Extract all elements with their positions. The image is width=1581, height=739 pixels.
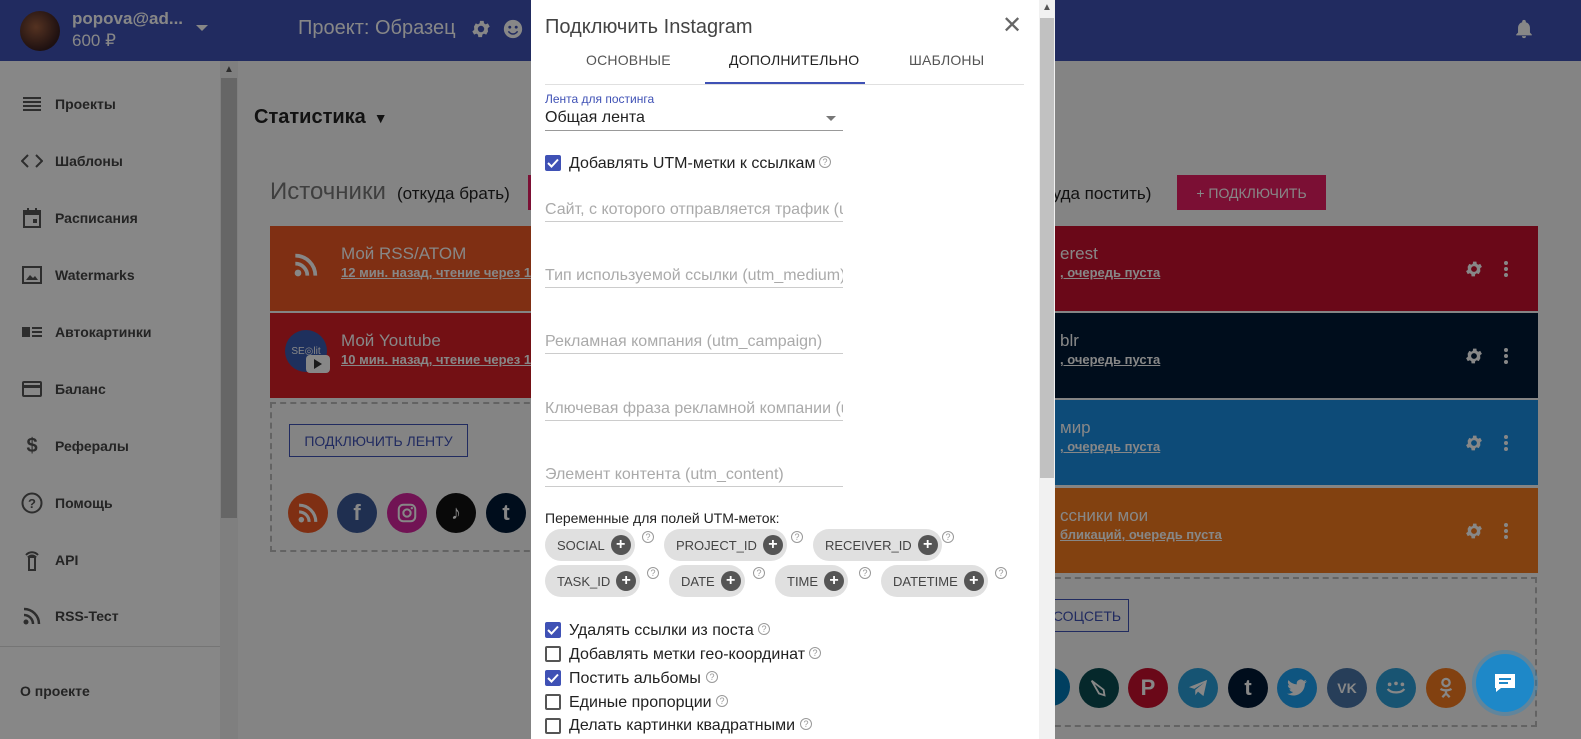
chip-label: DATE (681, 573, 715, 589)
square-images-checkbox[interactable] (545, 718, 561, 734)
chip-label: RECEIVER_ID (825, 537, 912, 553)
chip-label: DATETIME (893, 573, 958, 589)
utm-campaign-underline (545, 353, 843, 354)
dialog-title: Подключить Instagram (545, 16, 753, 38)
help-icon[interactable]: ? (995, 567, 1007, 579)
add-circle-icon[interactable]: + (616, 571, 637, 591)
variable-chip-project-id[interactable]: PROJECT_ID + (664, 529, 787, 561)
variable-chip-datetime[interactable]: DATETIME + (881, 565, 988, 597)
help-icon[interactable]: ? (809, 647, 821, 659)
add-circle-icon[interactable]: + (762, 535, 783, 555)
chip-label: SOCIAL (557, 537, 605, 553)
variable-chip-task-id[interactable]: TASK_ID + (545, 565, 641, 597)
utm-content-underline (545, 486, 843, 487)
chip-label: PROJECT_ID (676, 537, 757, 553)
add-circle-icon[interactable]: + (963, 571, 984, 591)
help-icon[interactable]: ? (791, 531, 803, 543)
variable-chip-date[interactable]: DATE + (669, 565, 745, 597)
geo-tags-checkbox[interactable] (545, 646, 561, 662)
dialog-scroll-thumb[interactable] (1040, 18, 1054, 478)
remove-links-checkbox[interactable] (545, 622, 561, 638)
scroll-up-arrow-icon[interactable]: ▲ (1042, 2, 1052, 13)
remove-links-label[interactable]: Удалять ссылки из поста (569, 622, 754, 640)
utm-term-input[interactable]: Ключевая фраза рекламной компании (utm_t… (545, 400, 843, 418)
utm-term-underline (545, 420, 843, 421)
help-icon[interactable]: ? (642, 531, 654, 543)
help-icon[interactable]: ? (800, 718, 812, 730)
chat-button[interactable] (1476, 654, 1534, 712)
utm-source-underline (545, 221, 843, 222)
variable-chip-social[interactable]: SOCIAL + (545, 529, 635, 561)
variable-chip-receiver-id[interactable]: RECEIVER_ID + (813, 529, 942, 561)
dropdown-arrow-icon[interactable] (826, 116, 836, 121)
utm-source-input[interactable]: Сайт, с которого отправляется трафик (ut… (545, 201, 843, 219)
tab-basic[interactable]: ОСНОВНЫЕ (586, 52, 671, 68)
utm-medium-underline (545, 287, 843, 288)
help-icon[interactable]: ? (647, 567, 659, 579)
variable-chip-time[interactable]: TIME + (775, 565, 849, 597)
chip-label: TASK_ID (557, 573, 611, 589)
help-icon[interactable]: ? (706, 671, 718, 683)
utm-campaign-input[interactable]: Рекламная компания (utm_campaign) (545, 333, 843, 351)
utm-medium-input[interactable]: Тип используемой ссылки (utm_medium) (545, 267, 843, 285)
utm-content-input[interactable]: Элемент контента (utm_content) (545, 466, 843, 484)
help-icon[interactable]: ? (758, 623, 770, 635)
add-circle-icon[interactable]: + (610, 535, 631, 555)
feed-select-label: Лента для постинга (545, 92, 655, 106)
tab-advanced[interactable]: ДОПОЛНИТЕЛЬНО (729, 52, 859, 68)
tab-templates[interactable]: ШАБЛОНЫ (909, 52, 984, 68)
post-albums-checkbox[interactable] (545, 670, 561, 686)
add-circle-icon[interactable]: + (917, 535, 938, 555)
active-tab-indicator (705, 82, 865, 84)
help-icon[interactable]: ? (819, 156, 831, 168)
help-icon[interactable]: ? (753, 567, 765, 579)
close-icon[interactable]: ✕ (1002, 14, 1022, 38)
tab-divider (545, 84, 1024, 85)
chip-label: TIME (787, 573, 819, 589)
utm-checkbox[interactable] (545, 155, 561, 171)
help-icon[interactable]: ? (859, 567, 871, 579)
uniform-proportions-label[interactable]: Единые пропорции (569, 694, 712, 712)
chat-icon (1495, 674, 1515, 692)
feed-select-underline (545, 130, 843, 131)
utm-checkbox-label[interactable]: Добавлять UTM-метки к ссылкам (569, 155, 815, 173)
add-circle-icon[interactable]: + (824, 571, 845, 591)
post-albums-label[interactable]: Постить альбомы (569, 670, 701, 688)
uniform-proportions-checkbox[interactable] (545, 694, 561, 710)
add-circle-icon[interactable]: + (720, 571, 741, 591)
help-icon[interactable]: ? (716, 695, 728, 707)
utm-variables-label: Переменные для полей UTM-меток: (545, 510, 780, 526)
geo-tags-label[interactable]: Добавлять метки гео-координат (569, 646, 805, 664)
help-icon[interactable]: ? (942, 531, 954, 543)
square-images-label[interactable]: Делать картинки квадратными (569, 717, 795, 735)
feed-select[interactable]: Общая лента (545, 109, 645, 127)
